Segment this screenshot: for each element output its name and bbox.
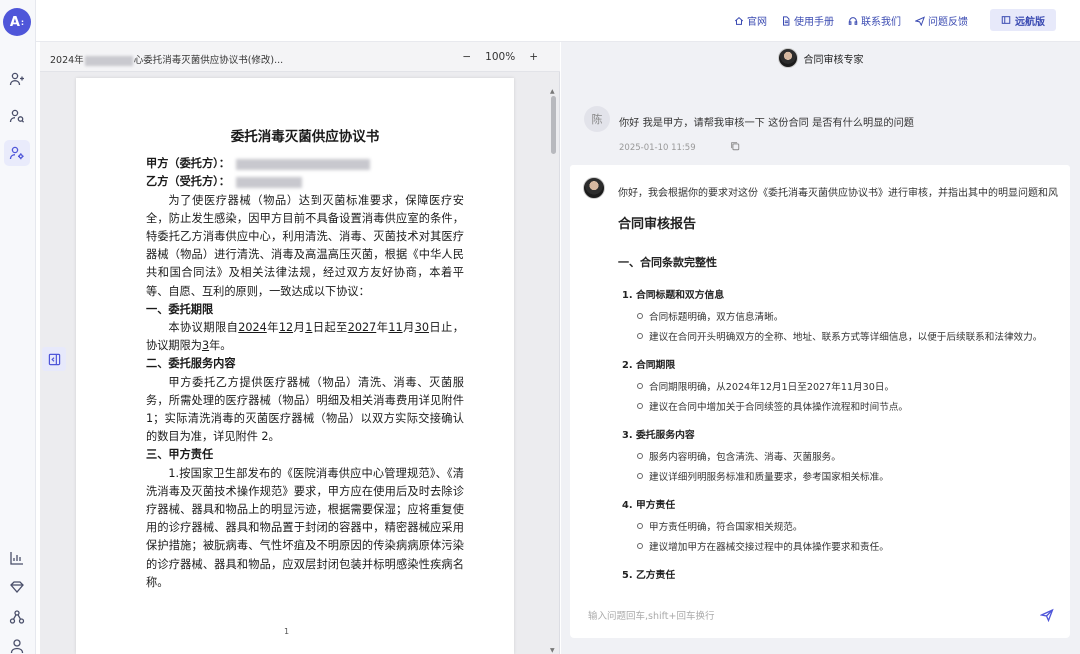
version-label: 远航版 — [1015, 16, 1045, 28]
report-item-title: 2. 合同期限 — [622, 360, 676, 371]
panel-icon — [1001, 16, 1011, 24]
toplink-website[interactable]: 官网 — [734, 13, 767, 28]
user-message-text: 你好 我是甲方，请帮我审核一下 这份合同 是否有什么明显的问题 — [619, 118, 914, 129]
report-item: 5. 乙方责任 — [618, 567, 1068, 581]
zoom-out-button[interactable]: − — [462, 51, 471, 63]
chat-title: 合同审核专家 — [803, 54, 864, 66]
ai-message: 你好，我会根据你的要求对这份《委托消毒灭菌供应协议书》进行审核，并指出其中的明显… — [570, 165, 1070, 631]
section-3-text: 1.按国家卫生部发布的《医院消毒供应中心管理规范》、《清洗消毒及灭菌技术操作规范… — [146, 466, 464, 589]
report-item: 3. 委托服务内容 服务内容明确，包含清洗、消毒、灭菌服务。 建议详细列明服务标… — [618, 427, 1068, 483]
report-bullet: 建议在合同开头明确双方的全称、地址、联系方式等详细信息，以便于后续联系和法律效力… — [618, 329, 1068, 343]
rail-network-icon[interactable] — [4, 604, 30, 630]
report-bullet: 服务内容明确，包含清洗、消毒、灭菌服务。 — [618, 449, 1068, 463]
message-timestamp: 2025-01-10 11:59 — [619, 142, 696, 153]
chat-panel: 合同审核专家 陈 你好 我是甲方，请帮我审核一下 这份合同 是否有什么明显的问题… — [561, 42, 1080, 654]
top-bar: 官网 使用手册 联系我们 问题反馈 远航版 — [36, 0, 1080, 42]
intro-paragraph: 为了使医疗器械（物品）达到灭菌标准要求，保障医疗安全，防止发生感染，因甲方目前不… — [146, 193, 464, 298]
expert-avatar — [777, 48, 798, 68]
send-icon — [915, 15, 925, 26]
party-b-label: 乙方（受托方）： — [146, 175, 230, 189]
user-message-meta: 2025-01-10 11:59 — [619, 141, 740, 154]
toplink-manual[interactable]: 使用手册 — [781, 13, 834, 28]
report-section-title: 一、合同条款完整性 — [618, 256, 717, 269]
copy-icon[interactable] — [730, 141, 740, 154]
report-item: 2. 合同期限 合同期限明确，从2024年12月1日至2027年11月30日。 … — [618, 357, 1068, 413]
section-1-title: 一、委托期限 — [146, 302, 214, 316]
zoom-in-button[interactable]: + — [529, 51, 538, 63]
toplink-feedback[interactable]: 问题反馈 — [915, 13, 968, 28]
report-item-title: 3. 委托服务内容 — [622, 430, 695, 441]
rail-user-settings-icon[interactable] — [4, 140, 30, 166]
collapse-panel-button[interactable] — [42, 347, 66, 371]
ai-avatar — [583, 177, 605, 199]
logo-text: A — [9, 14, 20, 30]
report-bullet: 建议增加甲方在器械交接过程中的具体操作要求和责任。 — [618, 539, 1068, 553]
app-logo[interactable]: A: — [3, 8, 31, 36]
rail-diamond-icon[interactable] — [4, 574, 30, 600]
document-file-name: 2024年 心委托消毒灭菌供应协议书(修改)... — [50, 52, 283, 66]
report-title: 合同审核报告 — [618, 217, 697, 232]
toplink-label: 问题反馈 — [928, 17, 968, 28]
zoom-control: − 100% + — [462, 51, 538, 63]
section-1-text: 本协议期限自2024年12月1日起至2027年11月30日止，协议期限为3年。 — [146, 321, 464, 353]
chat-messages: 陈 你好 我是甲方，请帮我审核一下 这份合同 是否有什么明显的问题 2025-0… — [570, 92, 1070, 632]
report-item: 1. 合同标题和双方信息 合同标题明确，双方信息清晰。 建议在合同开头明确双方的… — [618, 287, 1068, 343]
section-2-title: 二、委托服务内容 — [146, 357, 236, 371]
sidebar-toggle-icon — [48, 353, 60, 365]
party-a-label: 甲方（委托方）： — [146, 157, 230, 171]
document-panel: 2024年 心委托消毒灭菌供应协议书(修改)... − 100% + 委托消毒灭菌… — [40, 42, 560, 654]
chat-input-bar[interactable]: 输入问题回车,shift+回车换行 — [570, 592, 1070, 638]
page-number: 1 — [284, 627, 290, 636]
document-scrollbar[interactable]: ▲ ▼ — [550, 88, 558, 654]
document-content: 委托消毒灭菌供应协议书 甲方（委托方）： 乙方（受托方）： 为了使医疗器械（物品… — [146, 128, 464, 592]
report-bullet: 合同期限明确，从2024年12月1日至2027年11月30日。 — [618, 379, 1068, 393]
rail-chart-icon[interactable] — [4, 545, 30, 571]
ai-intro-text: 你好，我会根据你的要求对这份《委托消毒灭菌供应协议书》进行审核，并指出其中的明显… — [618, 188, 1058, 199]
redacted-block — [235, 158, 370, 170]
user-avatar: 陈 — [584, 106, 610, 132]
file-name-suffix: 心委托消毒灭菌供应协议书(修改)... — [133, 55, 284, 66]
review-report: 合同审核报告 一、合同条款完整性 1. 合同标题和双方信息 合同标题明确，双方信… — [618, 213, 1068, 595]
top-links: 官网 使用手册 联系我们 问题反馈 — [734, 13, 968, 28]
chat-header: 合同审核专家 — [561, 42, 1080, 74]
file-name-prefix: 2024年 — [50, 55, 84, 66]
report-bullet: 建议详细列明服务标准和质量要求，参考国家相关标准。 — [618, 469, 1068, 483]
toplink-label: 联系我们 — [861, 17, 901, 28]
redacted-block — [84, 55, 133, 66]
redacted-block — [235, 176, 302, 188]
report-item-title: 1. 合同标题和双方信息 — [622, 290, 725, 301]
chat-input-placeholder[interactable]: 输入问题回车,shift+回车换行 — [588, 608, 715, 622]
rail-profile-icon[interactable] — [4, 632, 30, 654]
document-page: 委托消毒灭菌供应协议书 甲方（委托方）： 乙方（受托方）： 为了使医疗器械（物品… — [76, 78, 514, 654]
report-item: 4. 甲方责任 甲方责任明确，符合国家相关规范。 建议增加甲方在器械交接过程中的… — [618, 497, 1068, 553]
document-header: 2024年 心委托消毒灭菌供应协议书(修改)... − 100% + — [40, 42, 560, 72]
zoom-level: 100% — [485, 51, 516, 63]
toplink-label: 官网 — [747, 17, 767, 28]
report-bullet: 合同标题明确，双方信息清晰。 — [618, 309, 1068, 323]
report-bullet: 建议在合同中增加关于合同续签的具体操作流程和时间节点。 — [618, 399, 1068, 413]
left-rail: A: — [0, 0, 36, 654]
send-icon[interactable] — [1039, 607, 1054, 626]
version-button[interactable]: 远航版 — [990, 9, 1056, 31]
rail-user-search-icon[interactable] — [4, 103, 30, 129]
scroll-thumb[interactable] — [551, 96, 556, 154]
section-3-title: 三、甲方责任 — [146, 448, 214, 462]
user-message: 陈 你好 我是甲方，请帮我审核一下 这份合同 是否有什么明显的问题 2025-0… — [570, 92, 1070, 162]
report-item-title: 5. 乙方责任 — [622, 570, 676, 581]
document-icon — [783, 15, 790, 26]
party-b-line: 乙方（受托方）： — [146, 173, 464, 191]
document-title: 委托消毒灭菌供应协议书 — [230, 129, 380, 145]
report-item-title: 4. 甲方责任 — [622, 500, 676, 511]
headset-icon — [848, 16, 858, 25]
toplink-label: 使用手册 — [794, 17, 834, 28]
scroll-down-arrow-icon[interactable]: ▼ — [550, 647, 555, 654]
home-icon — [734, 16, 744, 25]
logo-dots: : — [20, 17, 25, 27]
scroll-up-arrow-icon[interactable]: ▲ — [550, 88, 555, 95]
toplink-contact[interactable]: 联系我们 — [848, 13, 901, 28]
rail-users-icon[interactable] — [4, 66, 30, 92]
party-a-line: 甲方（委托方）： — [146, 155, 464, 173]
report-bullet: 甲方责任明确，符合国家相关规范。 — [618, 519, 1068, 533]
section-2-text: 甲方委托乙方提供医疗器械（物品）清洗、消毒、灭菌服务，所需处理的医疗器械（物品）… — [146, 375, 464, 444]
